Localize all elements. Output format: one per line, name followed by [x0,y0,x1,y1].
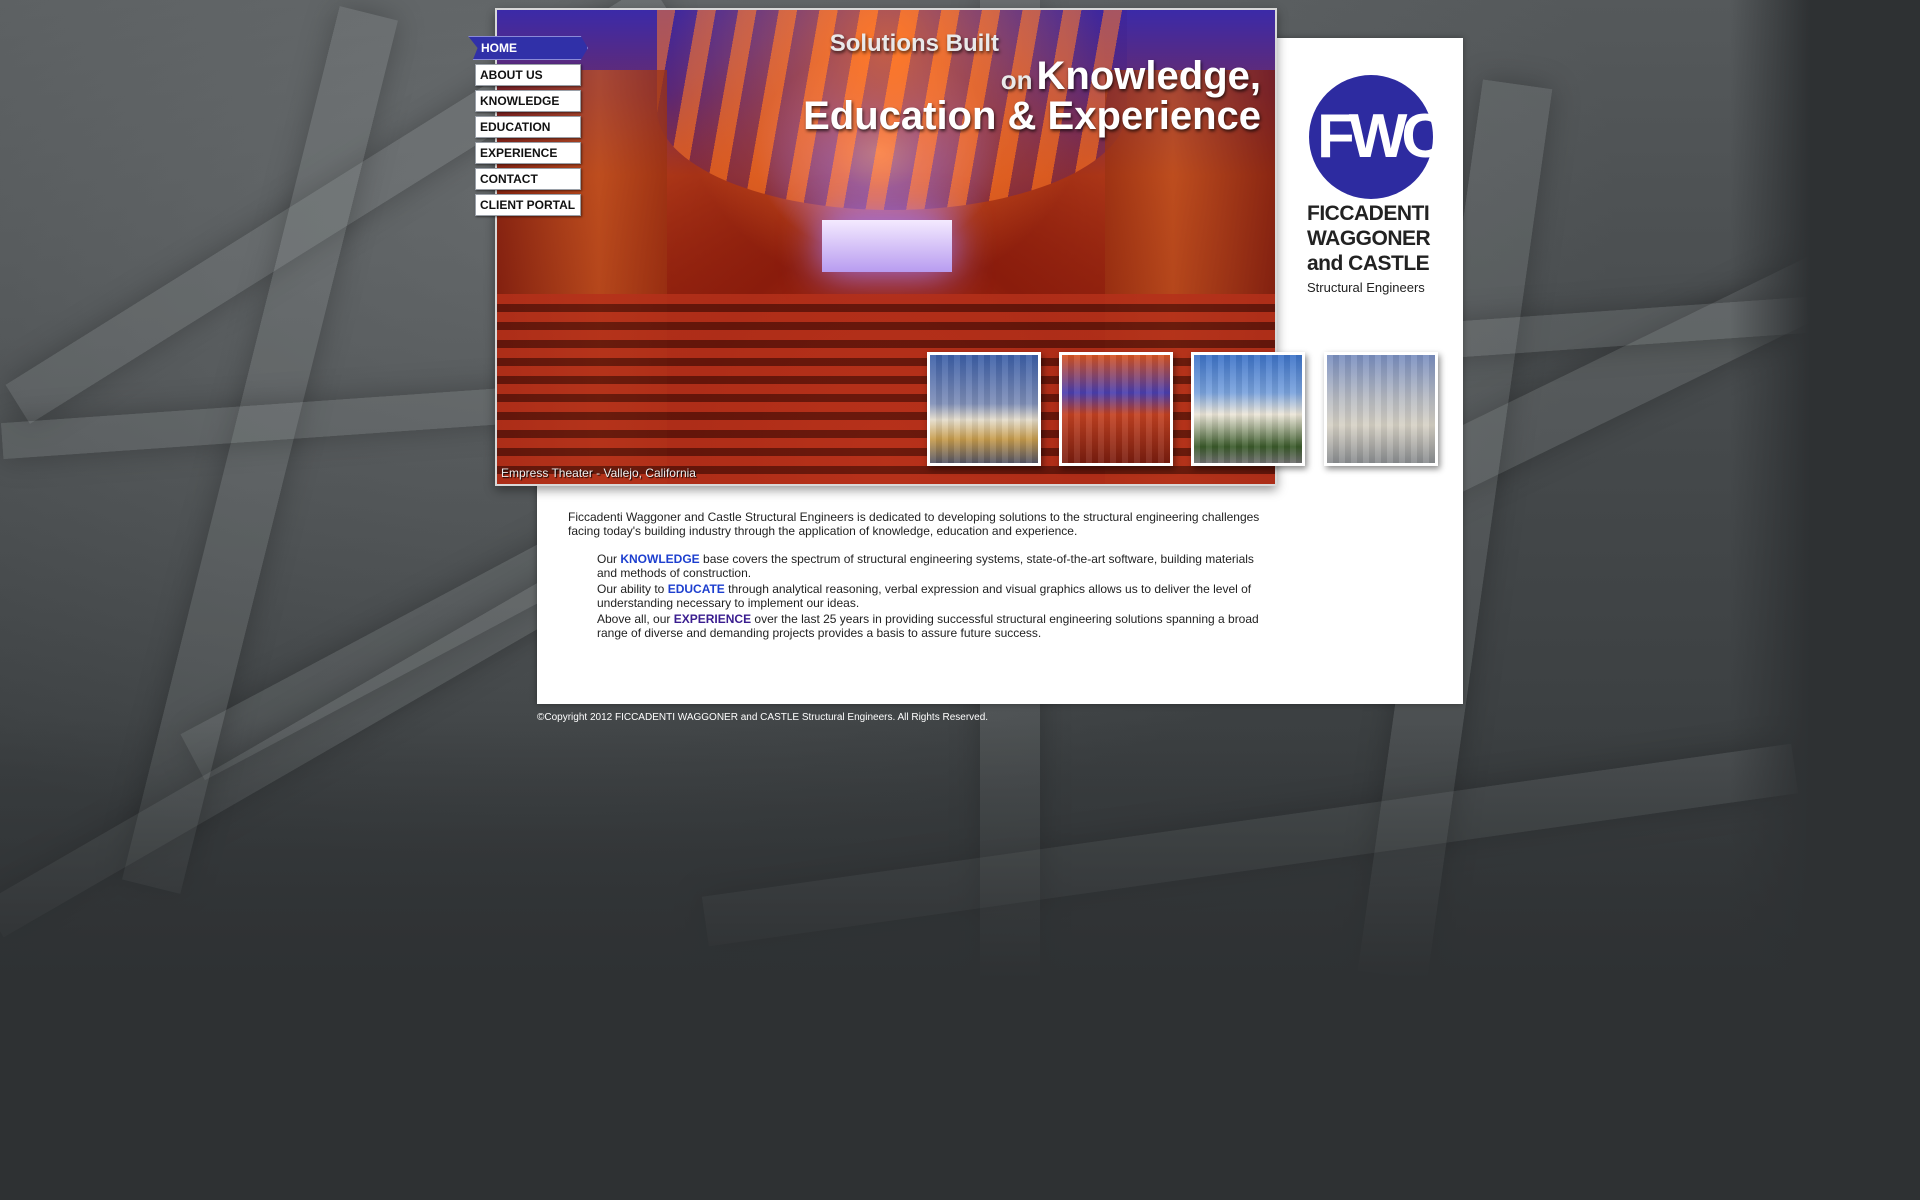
building-photo-icon [930,355,1038,463]
logo-monogram: FWC [1317,102,1446,171]
knowledge-keyword: KNOWLEDGE [620,552,700,566]
tagline-line1: Solutions Built [829,30,999,57]
nav-item-client-portal[interactable]: CLIENT PORTAL [475,194,581,216]
hotel-photo-icon [1194,355,1302,463]
project-thumbnail-1[interactable] [927,352,1041,466]
experience-paragraph: Above all, our EXPERIENCE over the last … [597,612,1268,640]
glass-building-photo-icon [1327,355,1435,463]
hero-caption: Empress Theater - Vallejo, California [501,466,696,480]
experience-keyword: EXPERIENCE [673,612,752,626]
knowledge-pre: Our [597,552,621,566]
background-fade [0,720,1810,980]
nav-item-knowledge[interactable]: KNOWLEDGE [475,90,581,112]
hero-stage-screen [822,220,952,272]
tagline-on: on [1000,65,1033,95]
tagline-line3: Education & Experience [803,94,1261,138]
project-thumbnail-4[interactable] [1324,352,1438,466]
theater-photo-icon [1062,355,1170,463]
project-thumbnail-2[interactable] [1059,352,1173,466]
tagline-line2: on Knowledge, [803,56,1261,96]
logo-name-line1: FICCADENTI [1307,202,1430,225]
logo-name-line2: WAGGONER [1307,227,1431,250]
educate-keyword: EDUCATE [667,582,725,596]
educate-pre: Our ability to [597,582,668,596]
nav-item-experience[interactable]: EXPERIENCE [475,142,581,164]
logo-circle: FWC [1309,75,1446,199]
logo-subtitle: Structural Engineers [1307,280,1425,295]
background-side-fade [1730,0,1810,980]
footer-copyright: ©Copyright 2012 FICCADENTI WAGGONER and … [537,712,989,723]
nav-item-home[interactable]: HOME [468,36,588,60]
nav-item-education[interactable]: EDUCATION [475,116,581,138]
main-nav: HOME ABOUT US KNOWLEDGE EDUCATION EXPERI… [468,36,588,220]
hero-tagline: Solutions Built on Knowledge, Education &… [803,30,1261,138]
logo-name-line3: and CASTLE [1307,252,1430,275]
educate-paragraph: Our ability to EDUCATE through analytica… [597,582,1268,610]
knowledge-paragraph: Our KNOWLEDGE base covers the spectrum o… [597,552,1268,580]
tagline-knowledge: Knowledge, [1036,54,1261,98]
main-content: Ficcadenti Waggoner and Castle Structura… [568,510,1268,642]
project-thumbnail-3[interactable] [1191,352,1305,466]
experience-pre: Above all, our [597,612,674,626]
company-logo[interactable]: FWC FICCADENTI WAGGONER and CASTLE Struc… [1307,75,1446,295]
nav-item-contact[interactable]: CONTACT [475,168,581,190]
intro-paragraph: Ficcadenti Waggoner and Castle Structura… [568,510,1260,538]
nav-item-about-us[interactable]: ABOUT US [475,64,581,86]
